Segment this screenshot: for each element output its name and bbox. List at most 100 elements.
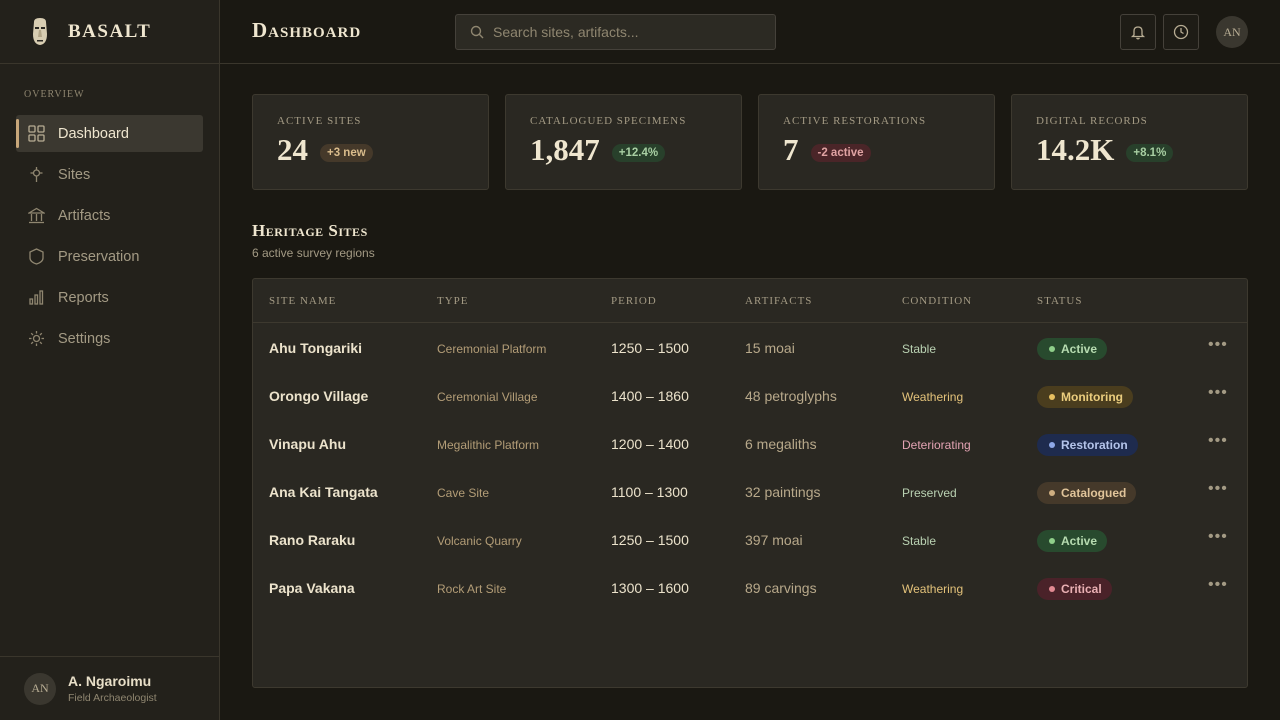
clock-icon [1173, 24, 1189, 40]
row-more-icon[interactable]: ••• [1208, 576, 1228, 594]
status-badge: Active [1037, 338, 1108, 360]
sidebar-item-artifacts[interactable]: Artifacts [16, 197, 203, 234]
stat-card-active-restorations: Active Restorations 7 -2 active [758, 94, 995, 190]
sidebar: BASALT OVERVIEW Dashboard Sites Artifact… [0, 0, 220, 720]
location-icon [30, 167, 43, 182]
search-icon [470, 25, 484, 39]
table-row[interactable]: Vinapu Ahu Megalithic Platform 1200 – 14… [253, 421, 1247, 469]
status-dot-icon [1049, 490, 1055, 496]
stat-value: 1,847 [530, 132, 600, 167]
status-badge: Catalogued [1037, 482, 1137, 504]
sidebar-item-label: Artifacts [58, 207, 111, 224]
site-period: 1400 – 1860 [611, 388, 689, 404]
stat-label: Digital Records [1036, 115, 1148, 127]
table-body: Ahu Tongariki Ceremonial Platform 1250 –… [253, 325, 1247, 613]
search-input[interactable] [493, 24, 763, 40]
sidebar-item-label: Sites [58, 166, 91, 183]
sidebar-item-label: Preservation [58, 248, 140, 265]
site-condition: Stable [902, 534, 937, 548]
status-dot-icon [1049, 394, 1055, 400]
table-row[interactable]: Ana Kai Tangata Cave Site 1100 – 1300 32… [253, 469, 1247, 517]
stat-badge: +8.1% [1126, 144, 1174, 162]
row-more-icon[interactable]: ••• [1208, 384, 1228, 402]
site-name[interactable]: Ahu Tongariki [269, 340, 362, 356]
status-dot-icon [1049, 346, 1055, 352]
museum-icon [28, 207, 45, 224]
status-badge: Restoration [1037, 434, 1138, 456]
brand-name: BASALT [68, 20, 152, 42]
site-name[interactable]: Vinapu Ahu [269, 436, 346, 452]
site-name[interactable]: Rano Raraku [269, 532, 355, 548]
site-artifacts: 32 paintings [745, 484, 821, 500]
row-more-icon[interactable]: ••• [1208, 432, 1228, 450]
history-button[interactable] [1163, 14, 1199, 50]
status-label: Monitoring [1061, 390, 1123, 404]
stat-badge: +3 new [320, 144, 373, 162]
section-subtitle: 6 active survey regions [252, 246, 375, 260]
site-name[interactable]: Orongo Village [269, 388, 368, 404]
row-more-icon[interactable]: ••• [1208, 336, 1228, 354]
table-row[interactable]: Rano Raraku Volcanic Quarry 1250 – 1500 … [253, 517, 1247, 565]
site-period: 1200 – 1400 [611, 436, 689, 452]
sidebar-item-sites[interactable]: Sites [16, 156, 203, 193]
stat-value: 14.2K [1036, 132, 1115, 167]
heritage-sites-table: Site Name Type Period Artifacts Conditio… [252, 278, 1248, 688]
site-condition: Stable [902, 342, 937, 356]
stat-label: Catalogued Specimens [530, 115, 687, 127]
gear-icon [29, 331, 44, 346]
nav-section-label: OVERVIEW [24, 89, 85, 100]
column-header-period[interactable]: Period [611, 295, 657, 307]
grid-icon [28, 125, 45, 142]
stat-badge: +12.4% [611, 144, 666, 162]
page-title: Dashboard [252, 18, 362, 42]
status-badge: Monitoring [1037, 386, 1133, 408]
site-artifacts: 48 petroglyphs [745, 388, 837, 404]
table-row[interactable]: Ahu Tongariki Ceremonial Platform 1250 –… [253, 325, 1247, 373]
stat-card-active-sites: Active Sites 24 +3 new [252, 94, 489, 190]
site-name[interactable]: Ana Kai Tangata [269, 484, 378, 500]
site-name[interactable]: Papa Vakana [269, 580, 355, 596]
search-box[interactable] [455, 14, 776, 50]
header-avatar[interactable]: AN [1216, 16, 1248, 48]
status-dot-icon [1049, 442, 1055, 448]
sidebar-item-reports[interactable]: Reports [16, 279, 203, 316]
stat-badge: -2 active [810, 144, 871, 162]
row-more-icon[interactable]: ••• [1208, 480, 1228, 498]
site-artifacts: 397 moai [745, 532, 803, 548]
status-dot-icon [1049, 586, 1055, 592]
stat-card-digital-records: Digital Records 14.2K +8.1% [1011, 94, 1248, 190]
site-period: 1250 – 1500 [611, 532, 689, 548]
avatar: AN [24, 672, 56, 705]
row-more-icon[interactable]: ••• [1208, 528, 1228, 546]
column-header-site-name[interactable]: Site Name [269, 295, 336, 307]
stat-label: Active Restorations [783, 115, 927, 127]
shield-icon [29, 248, 44, 265]
status-label: Active [1061, 342, 1098, 356]
site-type: Ceremonial Platform [437, 342, 547, 356]
brand[interactable]: BASALT [0, 0, 219, 64]
column-header-condition[interactable]: Condition [902, 295, 972, 307]
column-header-artifacts[interactable]: Artifacts [745, 295, 812, 307]
table-row[interactable]: Papa Vakana Rock Art Site 1300 – 1600 89… [253, 565, 1247, 613]
site-artifacts: 89 carvings [745, 580, 817, 596]
section-title: Heritage Sites [252, 221, 368, 240]
site-type: Megalithic Platform [437, 438, 540, 452]
site-period: 1100 – 1300 [611, 484, 688, 500]
site-condition: Deteriorating [902, 438, 971, 452]
bell-icon [1130, 26, 1146, 40]
user-profile[interactable]: AN A. Ngaroimu Field Archaeologist [0, 656, 219, 720]
status-badge: Critical [1037, 578, 1112, 600]
notifications-button[interactable] [1120, 14, 1156, 50]
user-name: A. Ngaroimu [68, 673, 152, 689]
column-header-status[interactable]: Status [1037, 295, 1082, 307]
table-row[interactable]: Orongo Village Ceremonial Village 1400 –… [253, 373, 1247, 421]
column-header-type[interactable]: Type [437, 295, 469, 307]
sidebar-item-preservation[interactable]: Preservation [16, 238, 203, 275]
sidebar-item-label: Settings [58, 330, 111, 347]
sidebar-item-settings[interactable]: Settings [16, 320, 203, 357]
site-period: 1250 – 1500 [611, 340, 689, 356]
sidebar-item-dashboard[interactable]: Dashboard [16, 115, 203, 152]
site-condition: Preserved [902, 486, 957, 500]
site-period: 1300 – 1600 [611, 580, 689, 596]
status-badge: Active [1037, 530, 1108, 552]
